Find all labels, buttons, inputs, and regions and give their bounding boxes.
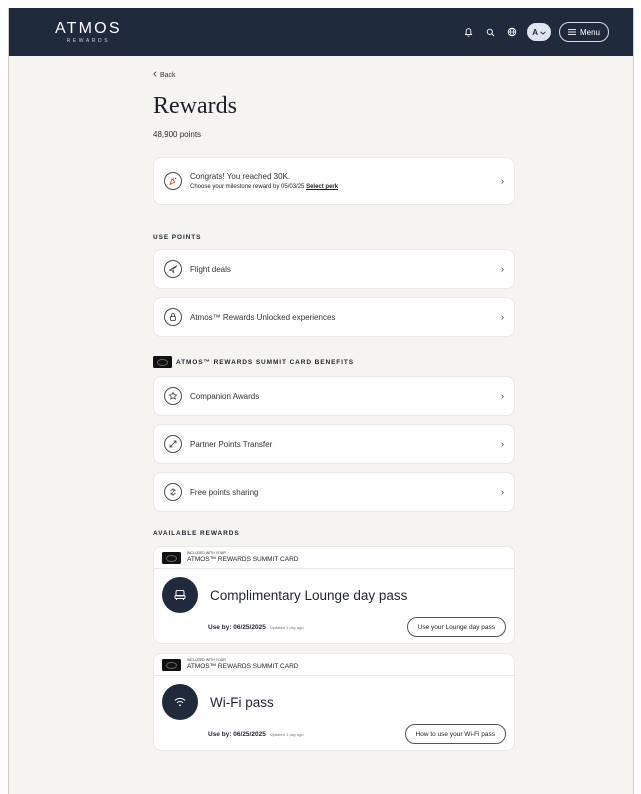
party-popper-icon bbox=[164, 172, 182, 190]
chevron-left-icon bbox=[153, 71, 157, 79]
lounge-pass-reward-card: INCLUDED WITH YOUR ATMOS™ REWARDS SUMMIT… bbox=[153, 546, 515, 644]
milestone-text: Congrats! You reached 30K. Choose your m… bbox=[190, 172, 501, 190]
chevron-right-icon: › bbox=[501, 487, 504, 497]
chevron-right-icon: › bbox=[501, 264, 504, 274]
updated-text: Updated 1 day ago bbox=[269, 731, 304, 737]
reward-footer: Use by: 06/25/2025 Updated 1 day ago Use … bbox=[162, 617, 506, 637]
select-perk-link[interactable]: Select perk bbox=[306, 184, 338, 190]
chevron-right-icon: › bbox=[501, 312, 504, 322]
chevron-right-icon: › bbox=[501, 176, 504, 186]
milestone-subtitle: Choose your milestone reward by 05/03/25… bbox=[190, 184, 501, 190]
menu-button[interactable]: Menu bbox=[558, 22, 609, 42]
available-rewards-heading: AVAILABLE REWARDS bbox=[153, 530, 240, 537]
free-points-sharing-label: Free points sharing bbox=[190, 487, 259, 497]
card-benefits-heading-text: ATMOS™ REWARDS SUMMIT CARD BENEFITS bbox=[176, 358, 354, 366]
milestone-deadline: Choose your milestone reward by 05/03/25 bbox=[190, 184, 305, 190]
wifi-pass-reward-card: INCLUDED WITH YOUR ATMOS™ REWARDS SUMMIT… bbox=[153, 653, 515, 751]
unlocked-experiences-row[interactable]: Atmos™ Rewards Unlocked experiences › bbox=[153, 297, 515, 337]
lounge-chair-icon bbox=[162, 577, 198, 613]
milestone-title: Congrats! You reached 30K. bbox=[190, 172, 291, 181]
menu-label: Menu bbox=[579, 27, 600, 37]
flight-deals-row[interactable]: Flight deals › bbox=[153, 249, 515, 289]
logo-subtitle: REWARDS bbox=[66, 37, 111, 44]
reward-footer: Use by: 06/25/2025 Updated 1 day ago How … bbox=[162, 724, 506, 744]
updated-text: Updated 1 day ago bbox=[269, 624, 304, 630]
main-content: Back Rewards 48,900 points Congrats! You… bbox=[153, 56, 515, 751]
page-title: Rewards bbox=[153, 93, 237, 119]
account-avatar-button[interactable]: A bbox=[527, 23, 551, 41]
reward-title-row: Wi-Fi pass bbox=[162, 684, 506, 720]
points-balance: 48,900 points bbox=[153, 130, 202, 139]
logo-wordmark: ATMOS bbox=[55, 19, 122, 37]
partner-points-transfer-label: Partner Points Transfer bbox=[190, 439, 273, 449]
atmos-logo[interactable]: ATMOS REWARDS bbox=[55, 19, 122, 44]
reward-title: Wi-Fi pass bbox=[210, 694, 274, 710]
credit-card-icon bbox=[153, 356, 172, 368]
search-icon[interactable] bbox=[483, 25, 497, 39]
reward-card-header: INCLUDED WITH YOUR ATMOS™ REWARDS SUMMIT… bbox=[154, 654, 514, 676]
reward-card-header: INCLUDED WITH YOUR ATMOS™ REWARDS SUMMIT… bbox=[154, 547, 514, 569]
reward-source: INCLUDED WITH YOUR ATMOS™ REWARDS SUMMIT… bbox=[187, 659, 298, 670]
reward-title: Complimentary Lounge day pass bbox=[210, 587, 408, 603]
use-by-date: Use by: 06/25/2025 Updated 1 day ago bbox=[208, 624, 304, 631]
hamburger-icon bbox=[567, 28, 576, 37]
star-icon bbox=[164, 387, 182, 405]
chevron-right-icon: › bbox=[501, 391, 504, 401]
free-points-sharing-row[interactable]: Free points sharing › bbox=[153, 472, 515, 512]
header-actions: A Menu bbox=[461, 22, 609, 42]
back-link[interactable]: Back bbox=[153, 71, 515, 79]
companion-awards-row[interactable]: Companion Awards › bbox=[153, 376, 515, 416]
reward-title-row: Complimentary Lounge day pass bbox=[162, 577, 506, 613]
milestone-card[interactable]: Congrats! You reached 30K. Choose your m… bbox=[153, 157, 515, 205]
plane-icon bbox=[164, 260, 182, 278]
how-to-use-wifi-button[interactable]: How to use your Wi-Fi pass bbox=[404, 724, 506, 744]
credit-card-icon bbox=[162, 551, 181, 564]
unlocked-experiences-label: Atmos™ Rewards Unlocked experiences bbox=[190, 312, 336, 322]
transfer-icon bbox=[164, 435, 182, 453]
reward-source: INCLUDED WITH YOUR ATMOS™ REWARDS SUMMIT… bbox=[187, 552, 298, 563]
use-by-text: Use by: 06/25/2025 bbox=[208, 730, 266, 738]
card-name: ATMOS™ REWARDS SUMMIT CARD bbox=[187, 662, 299, 670]
reward-body: Complimentary Lounge day pass Use by: 06… bbox=[154, 569, 514, 643]
card-name: ATMOS™ REWARDS SUMMIT CARD bbox=[187, 555, 299, 563]
chevron-right-icon: › bbox=[501, 439, 504, 449]
bell-icon[interactable] bbox=[461, 25, 475, 39]
top-navigation-bar: ATMOS REWARDS A Menu bbox=[9, 8, 633, 56]
share-icon bbox=[164, 483, 182, 501]
card-benefits-heading: ATMOS™ REWARDS SUMMIT CARD BENEFITS bbox=[153, 356, 515, 368]
use-lounge-pass-button[interactable]: Use your Lounge day pass bbox=[406, 617, 506, 637]
companion-awards-label: Companion Awards bbox=[190, 391, 260, 401]
chevron-down-icon bbox=[540, 28, 546, 37]
avatar-initial: A bbox=[532, 27, 538, 37]
globe-icon[interactable] bbox=[505, 25, 519, 39]
credit-card-icon bbox=[162, 658, 181, 671]
wifi-icon bbox=[162, 684, 198, 720]
use-by-date: Use by: 06/25/2025 Updated 1 day ago bbox=[208, 731, 304, 738]
reward-body: Wi-Fi pass Use by: 06/25/2025 Updated 1 d… bbox=[154, 676, 514, 750]
flight-deals-label: Flight deals bbox=[190, 264, 231, 274]
lock-icon bbox=[164, 308, 182, 326]
use-points-heading: USE POINTS bbox=[153, 234, 202, 241]
partner-points-transfer-row[interactable]: Partner Points Transfer › bbox=[153, 424, 515, 464]
back-label: Back bbox=[160, 71, 176, 79]
use-by-text: Use by: 06/25/2025 bbox=[208, 623, 266, 631]
app-frame: ATMOS REWARDS A Menu Back Rewards 48,900… bbox=[8, 8, 634, 794]
